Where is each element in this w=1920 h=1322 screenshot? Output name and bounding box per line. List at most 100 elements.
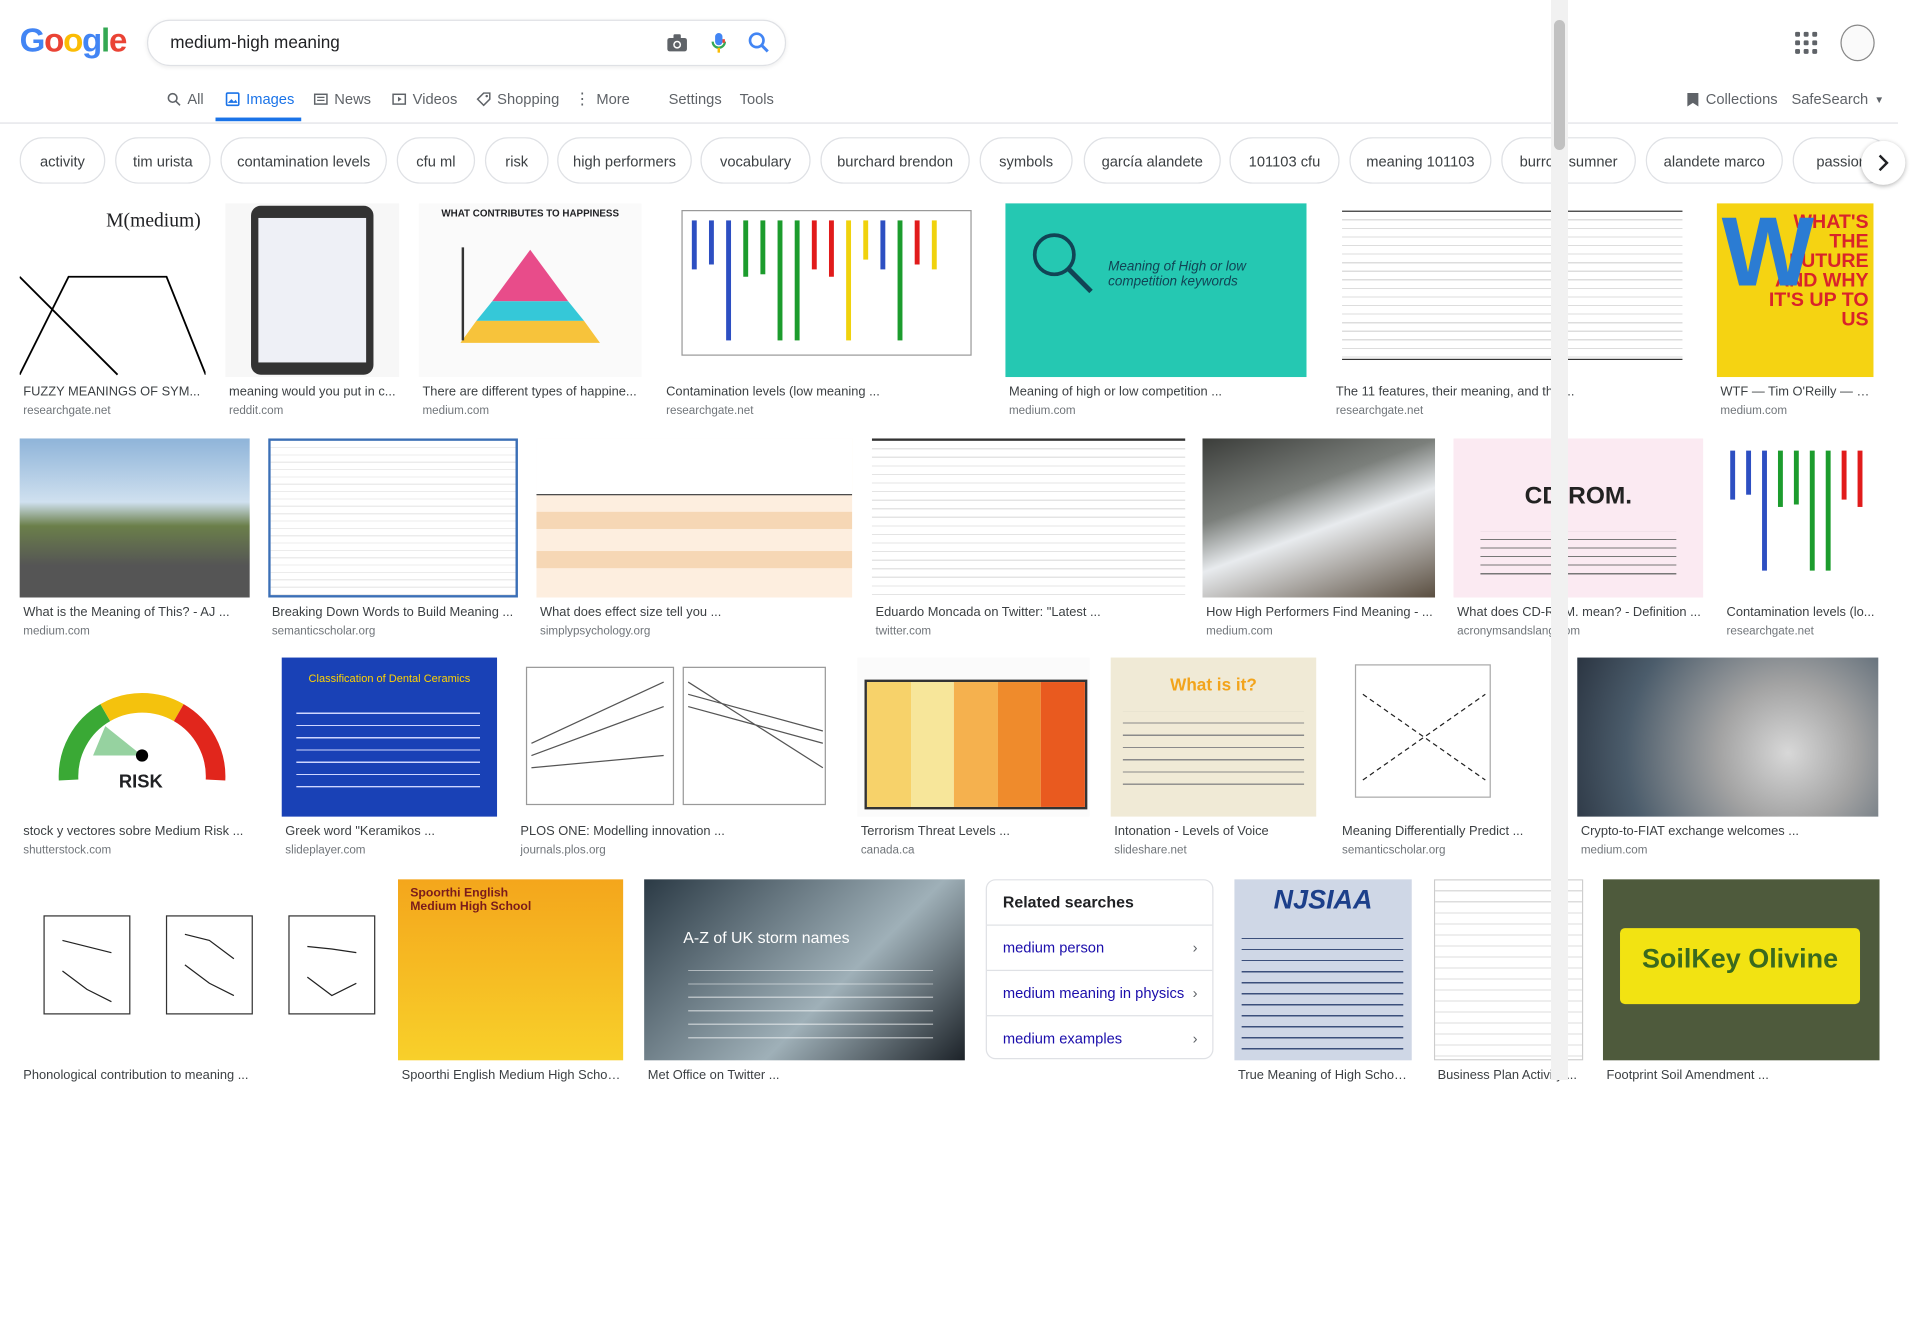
result-thumbnail[interactable] <box>1722 438 1880 598</box>
result-caption[interactable]: Eduardo Moncada on Twitter: "Latest ... <box>876 605 1185 620</box>
image-result[interactable]: Contamination levels (lo... researchgate.… <box>1722 438 1880 651</box>
result-thumbnail[interactable] <box>225 203 400 378</box>
result-caption[interactable]: Meaning Differentially Predict ... <box>1342 824 1558 839</box>
result-caption[interactable]: Contamination levels (lo... <box>1727 605 1879 620</box>
chip[interactable]: meaning 101103 <box>1349 137 1492 184</box>
image-result[interactable]: Eduardo Moncada on Twitter: "Latest ... t… <box>871 438 1186 651</box>
chip[interactable]: garcía alandete <box>1083 137 1221 184</box>
collections-link[interactable]: Collections <box>1686 91 1778 108</box>
chip[interactable]: symbols <box>979 137 1073 184</box>
tab-images[interactable]: Images <box>225 91 294 108</box>
chip[interactable]: vocabulary <box>700 137 811 184</box>
chip[interactable]: contamination levels <box>220 137 387 184</box>
result-thumbnail[interactable] <box>1338 657 1559 817</box>
scrollbar[interactable] <box>1551 0 1568 1080</box>
result-caption[interactable]: WTF — Tim O'Reilly — Lig... <box>1720 384 1872 399</box>
related-search-item[interactable]: medium examples › <box>986 1015 1213 1059</box>
result-caption[interactable]: There are different types of happine... <box>422 384 640 399</box>
result-thumbnail[interactable] <box>871 438 1186 598</box>
result-caption[interactable]: The 11 features, their meaning, and the … <box>1336 384 1691 399</box>
result-source[interactable]: canada.ca <box>861 844 915 857</box>
result-source[interactable]: medium.com <box>1206 624 1273 637</box>
result-caption[interactable]: stock y vectores sobre Medium Risk ... <box>23 824 261 839</box>
result-source[interactable]: reddit.com <box>229 404 283 417</box>
chip[interactable]: risk <box>484 137 549 184</box>
result-caption[interactable]: PLOS ONE: Modelling innovation ... <box>520 824 836 839</box>
result-thumbnail[interactable]: RISK <box>19 657 263 817</box>
image-result[interactable]: CD-ROM. What does CD-ROM. mean? - Definit… <box>1453 438 1704 651</box>
image-result[interactable]: Terrorism Threat Levels ... canada.ca <box>857 657 1090 871</box>
chip[interactable]: high performers <box>557 137 692 184</box>
image-result[interactable]: A-Z of UK storm names Met Office on Twitt… <box>644 879 965 1114</box>
image-result[interactable]: SoilKey Olivine Footprint Soil Amendment … <box>1602 879 1880 1114</box>
result-caption[interactable]: Greek word "Keramikos ... <box>285 824 496 839</box>
result-source[interactable]: shutterstock.com <box>23 844 111 857</box>
image-result[interactable]: How High Performers Find Meaning - ... me… <box>1202 438 1436 651</box>
result-thumbnail[interactable] <box>516 657 838 817</box>
result-thumbnail[interactable] <box>857 657 1090 817</box>
result-source[interactable]: medium.com <box>1720 404 1787 417</box>
chip[interactable]: alandete marco <box>1645 137 1783 184</box>
result-thumbnail[interactable]: NJSIAA <box>1234 879 1412 1061</box>
tab-more[interactable]: ⋮ More <box>574 91 630 108</box>
result-source[interactable]: medium.com <box>1009 404 1076 417</box>
image-result[interactable]: Breaking Down Words to Build Meaning ...… <box>268 438 518 651</box>
result-caption[interactable]: Intonation - Levels of Voice <box>1114 824 1315 839</box>
chip[interactable]: activity <box>19 137 106 184</box>
mic-icon[interactable] <box>704 28 733 57</box>
result-source[interactable]: researchgate.net <box>1727 624 1814 637</box>
chip[interactable]: tim urista <box>115 137 211 184</box>
tab-all[interactable]: All <box>167 91 204 108</box>
result-caption[interactable]: Meaning of high or low competition ... <box>1009 384 1305 399</box>
result-caption[interactable]: How High Performers Find Meaning - ... <box>1206 605 1434 620</box>
result-caption[interactable]: Breaking Down Words to Build Meaning ... <box>272 605 517 620</box>
result-thumbnail[interactable]: A-Z of UK storm names <box>644 879 965 1061</box>
result-thumbnail[interactable] <box>19 879 378 1061</box>
result-caption[interactable]: Contamination levels (low meaning ... <box>666 384 979 399</box>
result-caption[interactable]: Crypto-to-FIAT exchange welcomes ... <box>1581 824 1877 839</box>
result-thumbnail[interactable]: SoilKey Olivine <box>1602 879 1880 1061</box>
chip[interactable]: burrow sumner <box>1501 137 1636 184</box>
tab-shopping[interactable]: Shopping <box>476 91 559 108</box>
result-caption[interactable]: True Meaning of High School... <box>1238 1068 1411 1083</box>
image-result[interactable]: NJSIAA True Meaning of High School... <box>1234 879 1412 1114</box>
result-thumbnail[interactable] <box>536 438 853 598</box>
image-result[interactable]: Crypto-to-FIAT exchange welcomes ... medi… <box>1577 657 1879 871</box>
image-result[interactable]: PLOS ONE: Modelling innovation ... journa… <box>516 657 838 871</box>
result-thumbnail[interactable] <box>662 203 981 378</box>
result-source[interactable]: researchgate.net <box>666 404 753 417</box>
result-thumbnail[interactable]: What is it? <box>1110 657 1317 817</box>
related-search-item[interactable]: medium meaning in physics › <box>986 969 1213 1014</box>
google-logo[interactable]: Google <box>20 22 128 60</box>
related-search-item[interactable]: medium person › <box>986 924 1213 968</box>
result-caption[interactable]: Met Office on Twitter ... <box>648 1068 964 1083</box>
result-source[interactable]: semanticscholar.org <box>272 624 375 637</box>
image-result[interactable]: Phonological contribution to meaning ... <box>19 879 378 1114</box>
image-result[interactable]: The 11 features, their meaning, and the … <box>1332 203 1693 431</box>
chip[interactable]: burchard brendon <box>820 137 970 184</box>
image-result[interactable]: M(medium) FUZZY MEANINGS OF SYM... researc… <box>19 203 206 431</box>
tab-tools[interactable]: Tools <box>740 91 774 108</box>
result-source[interactable]: researchgate.net <box>1336 404 1423 417</box>
result-caption[interactable]: FUZZY MEANINGS OF SYM... <box>23 384 204 399</box>
result-caption[interactable]: What does CD-ROM. mean? - Definition ... <box>1457 605 1702 620</box>
search-input[interactable] <box>167 30 638 53</box>
camera-icon[interactable] <box>662 28 691 57</box>
image-result[interactable]: RISK stock y vectores sobre Medium Risk .… <box>19 657 263 871</box>
image-result[interactable]: meaning would you put in c... reddit.com <box>225 203 400 431</box>
result-caption[interactable]: What does effect size tell you ... <box>540 605 851 620</box>
result-caption[interactable]: Terrorism Threat Levels ... <box>861 824 1089 839</box>
result-thumbnail[interactable]: CD-ROM. <box>1453 438 1704 598</box>
result-thumbnail[interactable]: M(medium) <box>19 203 206 378</box>
chip[interactable]: 101103 cfu <box>1229 137 1340 184</box>
avatar[interactable] <box>1840 24 1875 62</box>
image-result[interactable]: What is the Meaning of This? - AJ ... med… <box>19 438 250 651</box>
result-source[interactable]: medium.com <box>1581 844 1648 857</box>
result-thumbnail[interactable]: Spoorthi English Medium High School <box>397 879 624 1061</box>
result-source[interactable]: medium.com <box>422 404 489 417</box>
result-thumbnail[interactable]: WHAT'S THE FUTURE AND WHY IT'S UP TO US W <box>1716 203 1874 378</box>
image-result[interactable]: What does effect size tell you ... simply… <box>536 438 853 651</box>
result-thumbnail[interactable] <box>19 438 250 598</box>
result-source[interactable]: journals.plos.org <box>520 844 605 857</box>
result-thumbnail[interactable] <box>268 438 518 598</box>
